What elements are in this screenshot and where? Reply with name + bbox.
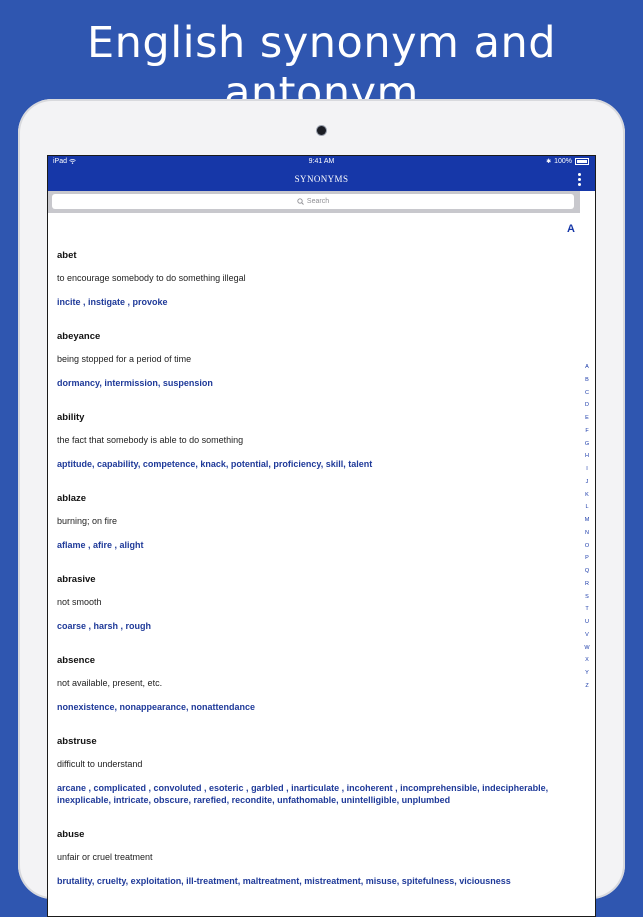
index-letter[interactable]: U <box>585 616 589 629</box>
index-letter[interactable]: S <box>585 591 589 604</box>
index-letter[interactable]: J <box>586 476 589 489</box>
status-bar: iPad 9:41 AM ✱ 100% <box>48 156 595 168</box>
index-letter[interactable]: D <box>585 399 589 412</box>
search-bar: Search <box>48 191 580 213</box>
battery-percent: 100% <box>554 158 572 165</box>
section-header-letter: A <box>567 223 575 235</box>
index-letter[interactable]: N <box>585 527 589 540</box>
list-item[interactable]: abstruse difficult to understand arcane … <box>57 736 562 806</box>
battery-icon <box>575 158 589 165</box>
entry-word: absence <box>57 655 96 666</box>
entry-definition: not available, present, etc. <box>57 678 163 688</box>
entry-synonyms: incite , instigate , provoke <box>57 297 168 307</box>
entry-definition: not smooth <box>57 597 102 607</box>
bluetooth-icon: ✱ <box>546 159 552 165</box>
index-letter[interactable]: T <box>585 603 588 616</box>
entry-synonyms: brutality, cruelty, exploitation, ill-tr… <box>57 876 511 886</box>
ipad-frame: iPad 9:41 AM ✱ 100% SYNONYMS Search A ab… <box>18 99 625 917</box>
index-letter[interactable]: R <box>585 578 589 591</box>
index-letter[interactable]: Y <box>585 667 589 680</box>
index-letter[interactable]: Z <box>585 680 588 693</box>
entry-synonyms: coarse , harsh , rough <box>57 621 152 631</box>
status-right: ✱ 100% <box>546 158 589 165</box>
index-letter[interactable]: V <box>585 629 589 642</box>
search-icon <box>297 198 304 205</box>
entry-synonyms: aflame , afire , alight <box>57 540 144 550</box>
index-letter[interactable]: C <box>585 387 589 400</box>
entry-word: abeyance <box>57 331 101 342</box>
index-letter[interactable]: L <box>585 501 588 514</box>
index-letter[interactable]: I <box>586 463 588 476</box>
list-item[interactable]: absence not available, present, etc. non… <box>57 655 562 713</box>
index-letter[interactable]: H <box>585 450 589 463</box>
list-item[interactable]: abet to encourage somebody to do somethi… <box>57 250 562 308</box>
entry-definition: difficult to understand <box>57 759 143 769</box>
word-list: abet to encourage somebody to do somethi… <box>57 250 562 910</box>
list-item[interactable]: abeyance being stopped for a period of t… <box>57 331 562 389</box>
entry-definition: being stopped for a period of time <box>57 354 192 364</box>
entry-synonyms: nonexistence, nonappearance, nonattendan… <box>57 702 256 712</box>
index-letter[interactable]: Q <box>585 565 589 578</box>
entry-word: abstruse <box>57 736 97 747</box>
nav-bar: SYNONYMS <box>48 168 595 191</box>
search-placeholder: Search <box>306 198 330 205</box>
entry-definition: to encourage somebody to do something il… <box>57 273 246 283</box>
more-menu-icon[interactable] <box>577 173 581 186</box>
nav-title: SYNONYMS <box>294 174 349 184</box>
list-item[interactable]: ablaze burning; on fire aflame , afire ,… <box>57 493 562 551</box>
app-screen: iPad 9:41 AM ✱ 100% SYNONYMS Search A ab… <box>47 155 596 917</box>
list-item[interactable]: abrasive not smooth coarse , harsh , rou… <box>57 574 562 632</box>
index-letter[interactable]: X <box>585 654 589 667</box>
entry-definition: the fact that somebody is able to do som… <box>57 435 244 445</box>
entry-synonyms: dormancy, intermission, suspension <box>57 378 213 388</box>
entry-synonyms: arcane , complicated , convoluted , esot… <box>57 783 549 805</box>
status-time: 9:41 AM <box>308 158 335 165</box>
entry-synonyms: aptitude, capability, competence, knack,… <box>57 459 373 469</box>
index-letter[interactable]: B <box>585 374 589 387</box>
index-letter[interactable]: P <box>585 552 589 565</box>
index-letter[interactable]: F <box>585 425 588 438</box>
search-input[interactable]: Search <box>52 194 574 209</box>
index-letter[interactable]: A <box>585 361 589 374</box>
index-letter[interactable]: M <box>585 514 590 527</box>
alphabet-index[interactable]: ABCDEFGHIJKLMNOPQRSTUVWXYZ <box>582 361 592 693</box>
index-letter[interactable]: W <box>584 642 589 655</box>
index-letter[interactable]: G <box>585 438 589 451</box>
front-camera <box>317 126 326 135</box>
entry-word: abet <box>57 250 77 261</box>
list-item[interactable]: abuse unfair or cruel treatment brutalit… <box>57 829 562 887</box>
entry-word: ablaze <box>57 493 87 504</box>
entry-word: abrasive <box>57 574 96 585</box>
entry-word: abuse <box>57 829 85 840</box>
index-letter[interactable]: E <box>585 412 589 425</box>
index-letter[interactable]: O <box>585 540 589 553</box>
entry-word: ability <box>57 412 85 423</box>
index-letter[interactable]: K <box>585 489 589 502</box>
list-item[interactable]: ability the fact that somebody is able t… <box>57 412 562 470</box>
entry-definition: burning; on fire <box>57 516 118 526</box>
